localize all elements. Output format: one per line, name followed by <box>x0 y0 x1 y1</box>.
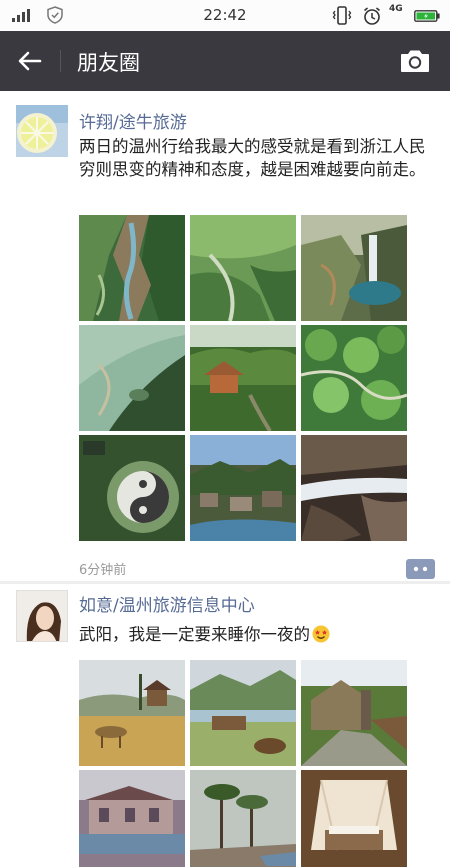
moment-post: 许翔/途牛旅游 两日的温州行给我最大的感受就是看到浙江人民穷则思变的精神和态度，… <box>0 91 450 581</box>
photo-stone-path[interactable] <box>301 660 407 766</box>
post-username[interactable]: 许翔/途牛旅游 <box>79 108 187 133</box>
back-arrow-icon[interactable] <box>14 45 46 77</box>
star-struck-emoji <box>312 625 330 643</box>
photo-palms[interactable] <box>190 770 296 867</box>
photo-pavilion[interactable] <box>190 325 296 431</box>
post-username[interactable]: 如意/温州旅游信息中心 <box>79 591 255 616</box>
photo-taiji[interactable] <box>79 435 185 541</box>
photo-mountain-lake[interactable] <box>190 660 296 766</box>
photo-waterfall[interactable] <box>301 215 407 321</box>
photo-lake[interactable] <box>79 325 185 431</box>
battery-icon <box>414 10 440 22</box>
vibrate-icon <box>332 6 352 25</box>
photo-gorge[interactable] <box>79 215 185 321</box>
comment-icon[interactable] <box>406 559 435 579</box>
page-title: 朋友圈 <box>77 51 140 75</box>
post-text: 两日的温州行给我最大的感受就是看到浙江人民穷则思变的精神和态度，越是困难越要向前… <box>79 137 426 179</box>
photo-stream[interactable] <box>301 435 407 541</box>
moment-post: 如意/温州旅游信息中心 武阳，我是一定要来睡你一夜的 <box>0 584 450 867</box>
post-text: 武阳，我是一定要来睡你一夜的 <box>79 623 437 646</box>
photo-village[interactable] <box>190 435 296 541</box>
status-bar: 22:42 4G <box>0 0 450 31</box>
title-bar: 朋友圈 <box>0 31 450 91</box>
camera-icon[interactable] <box>398 45 432 77</box>
user-avatar[interactable] <box>16 105 68 157</box>
post-text-content: 武阳，我是一定要来睡你一夜的 <box>79 625 310 644</box>
network-type: 4G <box>389 4 403 14</box>
photo-canopy[interactable] <box>301 325 407 431</box>
user-avatar[interactable] <box>16 590 68 642</box>
photo-valley[interactable] <box>190 215 296 321</box>
photo-meadow[interactable] <box>79 660 185 766</box>
photo-villa[interactable] <box>79 770 185 867</box>
photo-canopy-bed[interactable] <box>301 770 407 867</box>
status-time: 22:42 <box>203 6 247 24</box>
alarm-icon <box>363 7 381 25</box>
post-time: 6分钟前 <box>79 563 127 578</box>
title-divider <box>60 50 61 72</box>
